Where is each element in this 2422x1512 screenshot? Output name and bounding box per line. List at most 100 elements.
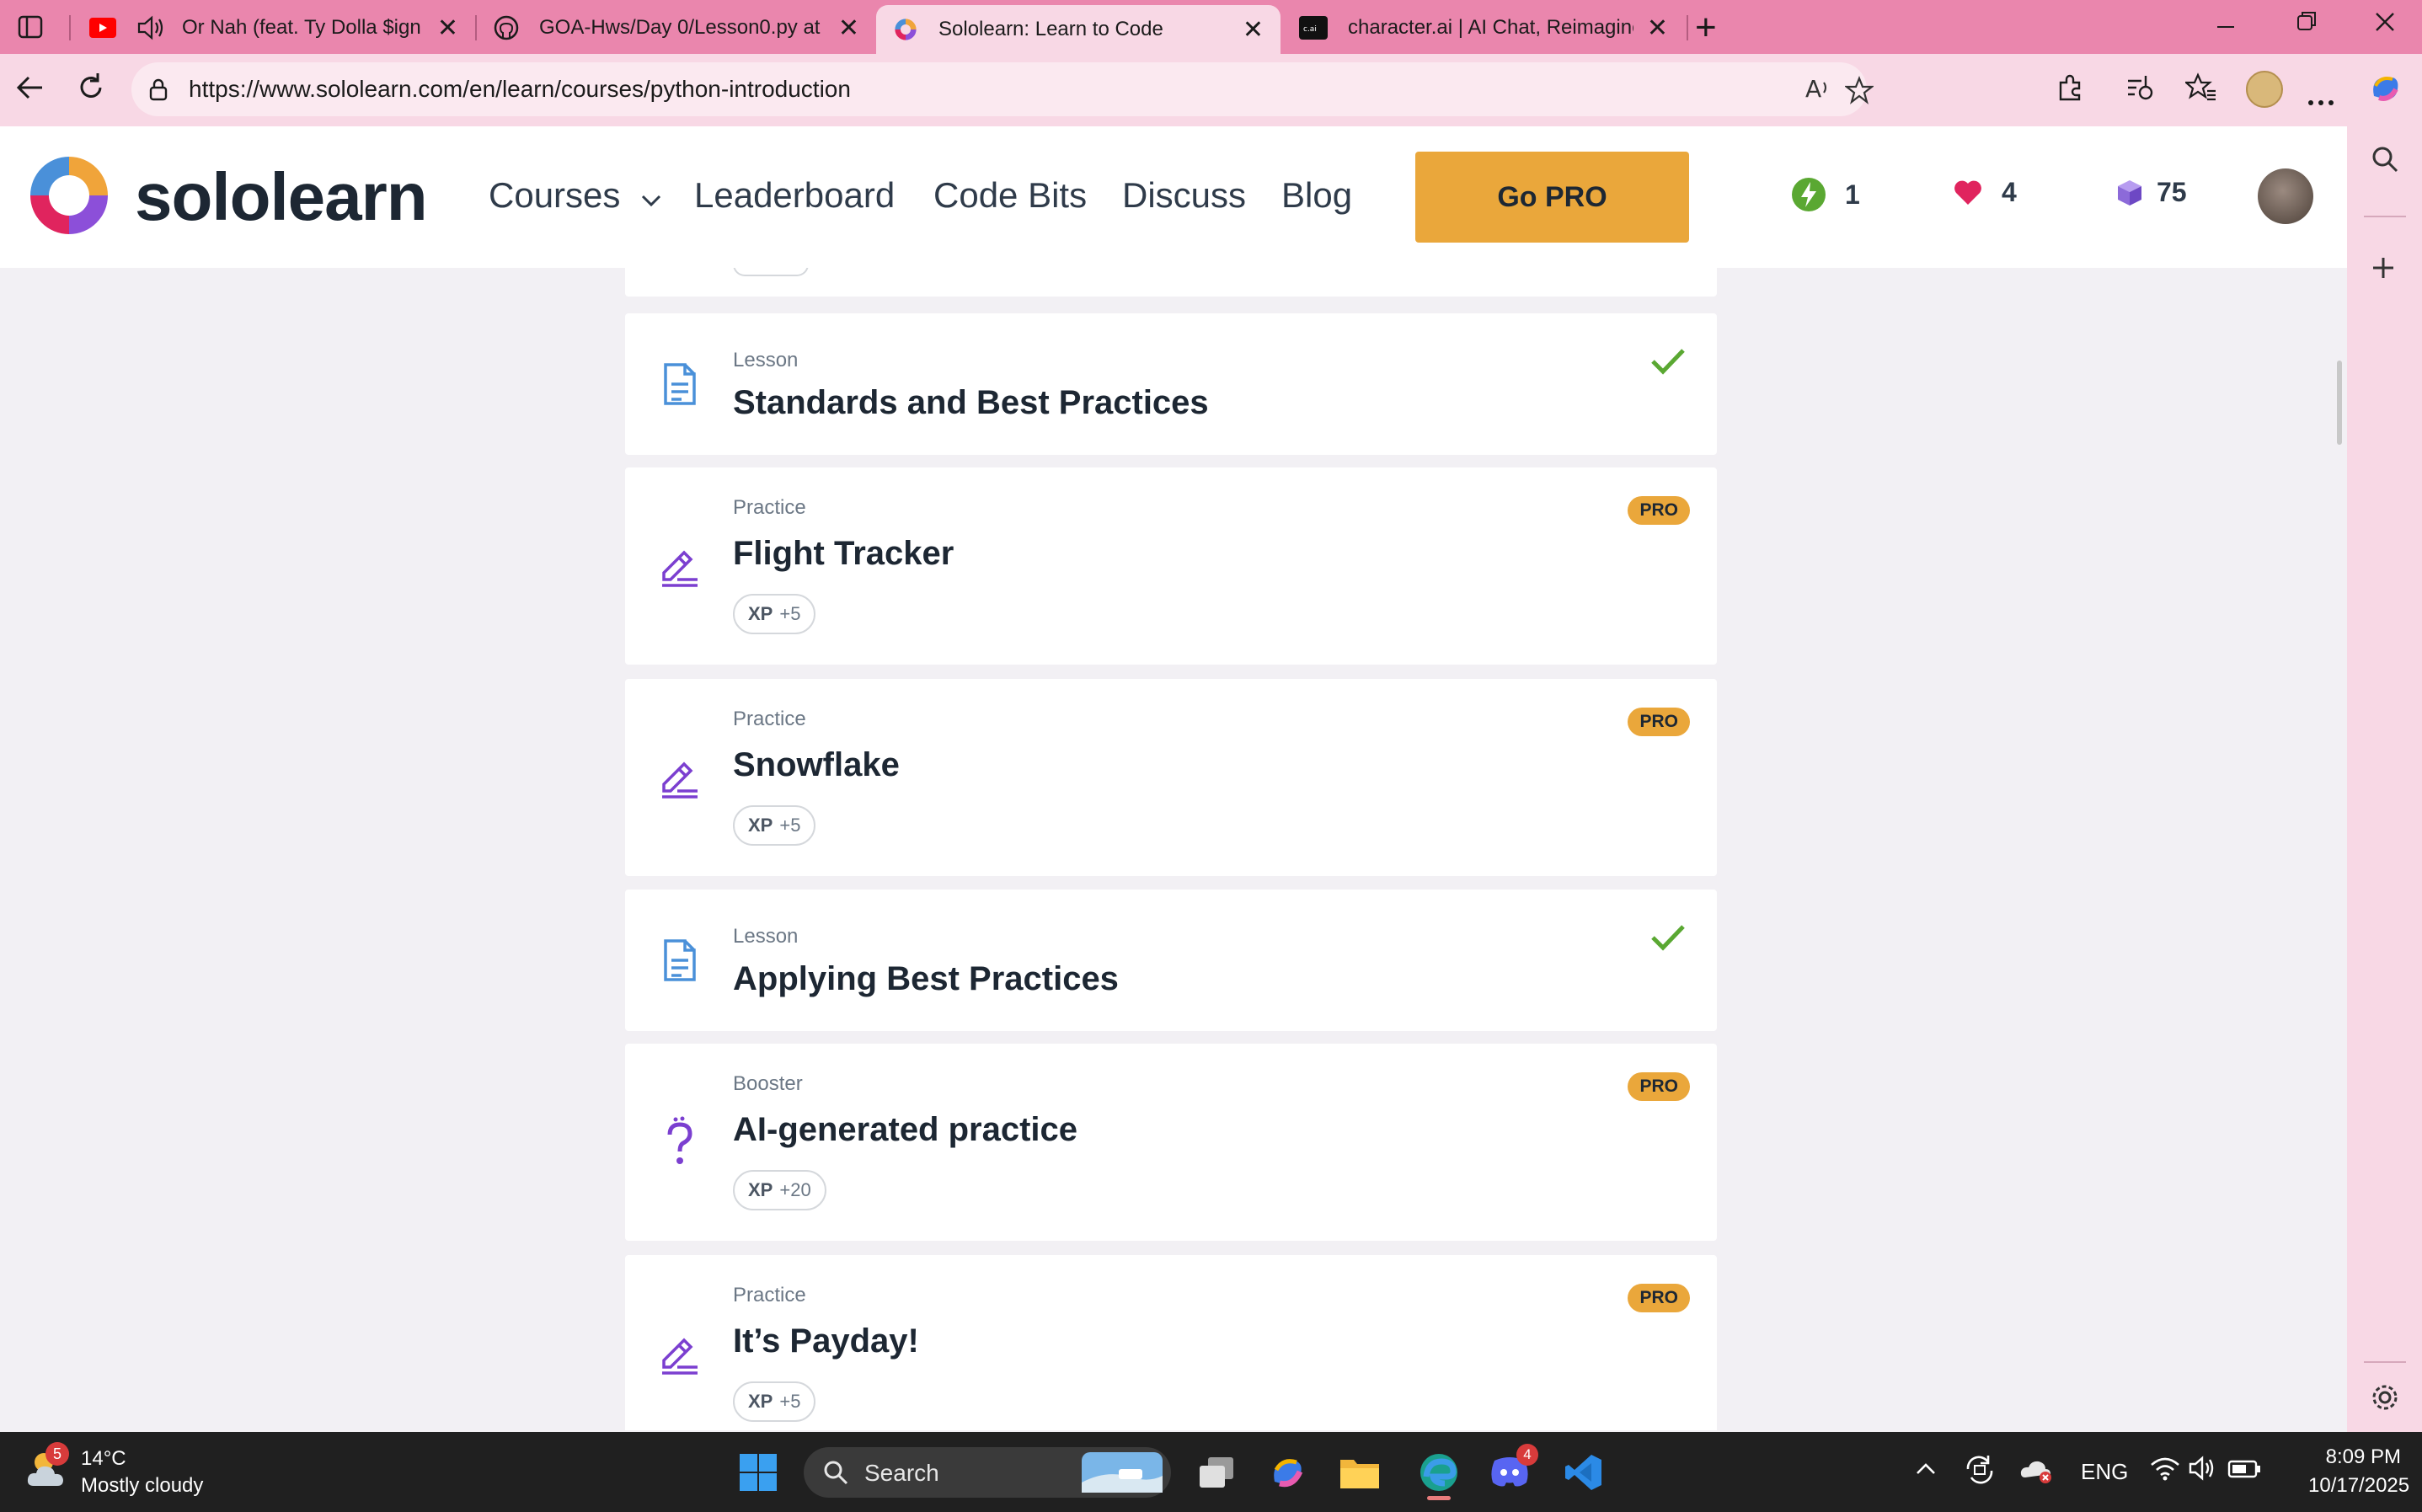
- refresh-icon[interactable]: [74, 71, 108, 112]
- site-header: sololearn Courses Leaderboard Code Bits …: [0, 126, 2347, 268]
- lock-icon[interactable]: [147, 77, 170, 105]
- discord-icon[interactable]: 4: [1488, 1444, 1538, 1494]
- youtube-icon: [89, 18, 116, 38]
- svg-text:c.ai: c.ai: [1303, 25, 1317, 33]
- tab-sololearn[interactable]: Sololearn: Learn to Code ✕: [876, 5, 1281, 54]
- pro-badge: PRO: [1628, 708, 1690, 736]
- heart-icon: [1953, 179, 1983, 206]
- question-icon: [659, 1116, 701, 1167]
- onedrive-offline-icon[interactable]: [2020, 1456, 2054, 1490]
- restore-icon[interactable]: [2296, 8, 2318, 40]
- weather-widget[interactable]: 5 14°C Mostly cloudy: [25, 1442, 203, 1497]
- active-app-indicator: [1427, 1496, 1451, 1500]
- input-language[interactable]: ENG: [2081, 1459, 2128, 1485]
- practice-card[interactable]: Practice It’s Payday! XP +5 PRO: [625, 1255, 1717, 1430]
- lesson-doc-icon: [659, 935, 701, 986]
- sidebar-search-icon[interactable]: [2371, 145, 2399, 181]
- xp-label: XP: [748, 1179, 773, 1200]
- brand-name[interactable]: sololearn: [135, 158, 428, 236]
- weather-badge: 5: [45, 1442, 69, 1466]
- extensions-icon[interactable]: [2056, 72, 2086, 110]
- close-tab-icon[interactable]: ✕: [1243, 15, 1264, 45]
- show-hidden-icons-icon[interactable]: [1914, 1457, 1938, 1487]
- lesson-type: Lesson: [733, 349, 799, 371]
- edge-sidebar: [2347, 126, 2422, 1432]
- speaker-icon[interactable]: [136, 15, 165, 40]
- windows-taskbar: 5 14°C Mostly cloudy Search 4 ENG 8:09 P…: [0, 1432, 2422, 1512]
- xp-label: XP: [748, 815, 773, 836]
- sync-icon[interactable]: [1963, 1454, 1997, 1492]
- lesson-card[interactable]: Lesson Standards and Best Practices: [625, 313, 1717, 455]
- more-options-icon[interactable]: [2307, 83, 2335, 114]
- svg-text:A: A: [1805, 75, 1821, 103]
- lesson-doc-icon: [659, 359, 701, 409]
- search-highlight-icon: [1082, 1452, 1163, 1493]
- temperature: 14°C: [81, 1447, 126, 1470]
- tab-separator: [69, 15, 71, 40]
- xp-chip: XP +5: [733, 594, 816, 634]
- nav-discuss[interactable]: Discuss: [1122, 175, 1246, 216]
- close-window-icon[interactable]: [2374, 8, 2396, 40]
- favorites-icon[interactable]: [2184, 72, 2217, 110]
- task-view-icon[interactable]: [1195, 1451, 1238, 1494]
- minimize-icon[interactable]: [2216, 8, 2236, 40]
- xp-value: +5: [779, 815, 801, 836]
- lesson-type: Practice: [733, 1284, 806, 1306]
- file-explorer-icon[interactable]: [1338, 1451, 1382, 1494]
- sidebar-add-icon[interactable]: [2371, 253, 2396, 288]
- new-tab-button[interactable]: +: [1695, 7, 1717, 49]
- discord-notification-badge: 4: [1516, 1444, 1538, 1466]
- browser-essentials-icon[interactable]: [2125, 72, 2155, 110]
- copilot-icon[interactable]: [2367, 71, 2403, 113]
- lesson-type: Booster: [733, 1072, 803, 1095]
- system-clock[interactable]: 8:09 PM 10/17/2025: [2308, 1445, 2410, 1498]
- booster-card[interactable]: Booster AI-generated practice XP +20 PRO: [625, 1044, 1717, 1241]
- nav-code-bits[interactable]: Code Bits: [933, 175, 1087, 216]
- url-field[interactable]: https://www.sololearn.com/en/learn/cours…: [131, 62, 1875, 116]
- lesson-type: Practice: [733, 496, 806, 519]
- tab-actions-icon[interactable]: [15, 12, 45, 42]
- sololearn-favicon-icon: [893, 17, 918, 42]
- vscode-icon[interactable]: [1562, 1451, 1606, 1494]
- back-icon[interactable]: [13, 71, 47, 112]
- volume-icon[interactable]: [2189, 1456, 2217, 1487]
- lesson-card[interactable]: Lesson Applying Best Practices: [625, 890, 1717, 1031]
- sololearn-logo-icon[interactable]: [27, 153, 111, 238]
- tab-character-ai[interactable]: c.ai character.ai | AI Chat, Reimagined …: [1282, 3, 1685, 52]
- practice-card[interactable]: Practice Snowflake XP +5 PRO: [625, 679, 1717, 876]
- favorite-star-icon[interactable]: [1843, 76, 1875, 111]
- sidebar-divider: [2364, 1361, 2406, 1363]
- sidebar-settings-icon[interactable]: [2371, 1383, 2399, 1419]
- edge-browser-icon[interactable]: [1414, 1451, 1464, 1500]
- battery-icon[interactable]: [2227, 1459, 2261, 1485]
- browser-profile-avatar[interactable]: [2246, 71, 2283, 108]
- search-icon: [824, 1461, 848, 1485]
- practice-card[interactable]: Practice Flight Tracker XP +5 PRO: [625, 467, 1717, 665]
- wifi-icon[interactable]: [2150, 1456, 2180, 1487]
- user-avatar[interactable]: [2258, 168, 2313, 224]
- nav-leaderboard[interactable]: Leaderboard: [694, 175, 895, 216]
- go-pro-button[interactable]: Go PRO: [1415, 152, 1689, 243]
- nav-courses[interactable]: Courses: [489, 175, 662, 216]
- hearts-counter[interactable]: 4: [1953, 177, 2017, 208]
- streak-counter[interactable]: 1: [1791, 177, 1860, 212]
- copilot-app-icon[interactable]: [1265, 1451, 1309, 1494]
- tab-github[interactable]: GOA-Hws/Day 0/Lesson0.py at m ✕: [477, 3, 876, 52]
- taskbar-search[interactable]: Search: [804, 1447, 1171, 1498]
- page-scrollbar[interactable]: [2335, 268, 2344, 1430]
- lesson-title: Snowflake: [733, 746, 900, 783]
- pro-badge: PRO: [1628, 1072, 1690, 1101]
- lesson-card[interactable]: [625, 268, 1717, 297]
- tab-label: Or Nah (feat. Ty Dolla $ign &: [182, 16, 424, 39]
- close-tab-icon[interactable]: ✕: [1647, 13, 1668, 43]
- close-tab-icon[interactable]: ✕: [838, 13, 859, 43]
- bits-counter[interactable]: 75: [2116, 177, 2187, 208]
- clock-date: 10/17/2025: [2308, 1474, 2410, 1497]
- scrollbar-thumb[interactable]: [2337, 361, 2342, 445]
- tab-youtube[interactable]: Or Nah (feat. Ty Dolla $ign & ✕: [72, 3, 475, 52]
- pencil-icon: [659, 755, 701, 805]
- windows-start-icon[interactable]: [736, 1451, 780, 1494]
- nav-blog[interactable]: Blog: [1281, 175, 1352, 216]
- read-aloud-icon[interactable]: A: [1804, 74, 1832, 110]
- close-tab-icon[interactable]: ✕: [437, 13, 458, 43]
